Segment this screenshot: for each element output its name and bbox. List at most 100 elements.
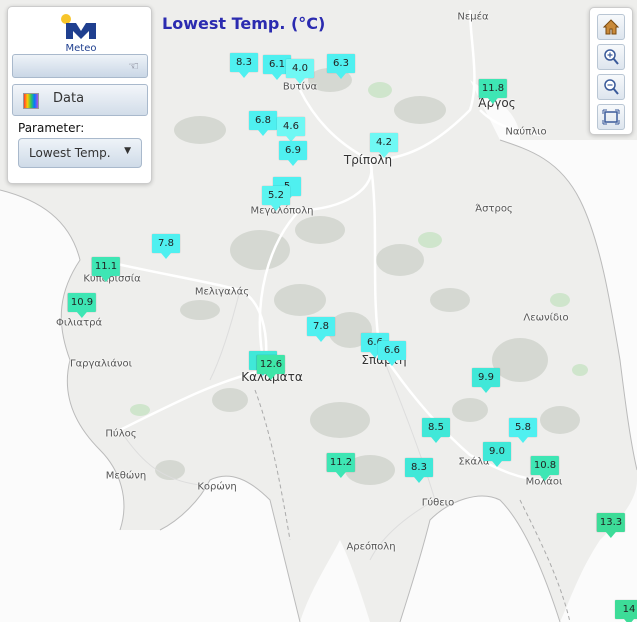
- marker-pointer: [605, 532, 616, 538]
- station-marker[interactable]: 5.8: [509, 418, 537, 443]
- station-marker[interactable]: 11.8: [478, 79, 508, 104]
- station-marker[interactable]: 9.0: [483, 442, 511, 467]
- marker-pointer: [161, 253, 171, 259]
- station-value: 10.8: [530, 456, 560, 475]
- station-value: 8.3: [405, 458, 433, 477]
- home-button[interactable]: [597, 14, 625, 40]
- marker-pointer: [295, 78, 305, 84]
- station-value: 5.8: [509, 418, 537, 437]
- station-marker[interactable]: 7.8: [307, 317, 335, 342]
- place-label: Κορώνη: [197, 481, 237, 493]
- marker-pointer: [335, 472, 346, 478]
- station-marker[interactable]: 10.8: [530, 456, 560, 481]
- station-marker[interactable]: 8.3: [405, 458, 433, 483]
- station-marker[interactable]: 10.9: [67, 293, 97, 318]
- marker-pointer: [316, 336, 326, 342]
- marker-pointer: [272, 74, 282, 80]
- station-value: 8.3: [230, 53, 258, 72]
- marker-pointer: [76, 312, 87, 318]
- control-panel: Meteo ☜ Data Parameter: Lowest Temp. ▼: [7, 6, 152, 184]
- marker-pointer: [518, 437, 528, 443]
- chevron-down-icon: ▼: [124, 146, 131, 156]
- station-marker[interactable]: 8.3: [230, 53, 258, 78]
- place-label: Λεωνίδιο: [523, 312, 569, 324]
- place-label: Ναύπλιο: [505, 126, 547, 138]
- marker-pointer: [239, 72, 249, 78]
- place-label: Αρεόπολη: [346, 541, 396, 553]
- station-marker[interactable]: 6.6: [378, 341, 406, 366]
- station-value: 11.1: [91, 257, 121, 276]
- marker-pointer: [100, 276, 111, 282]
- marker-pointer: [481, 387, 491, 393]
- station-marker[interactable]: 4.2: [370, 133, 398, 158]
- extent-icon: [602, 109, 620, 125]
- place-label: Πύλος: [105, 428, 137, 440]
- station-value: 9.0: [483, 442, 511, 461]
- station-marker[interactable]: 4.0: [286, 59, 314, 84]
- place-label: Μεθώνη: [105, 470, 147, 482]
- marker-pointer: [387, 360, 397, 366]
- station-value: 4.0: [286, 59, 314, 78]
- station-value: 11.8: [478, 79, 508, 98]
- marker-pointer: [539, 475, 550, 481]
- marker-pointer: [379, 152, 389, 158]
- data-button[interactable]: Data: [12, 84, 148, 116]
- station-marker[interactable]: 13.3: [596, 513, 626, 538]
- station-marker[interactable]: 9.9: [472, 368, 500, 393]
- marker-pointer: [271, 205, 281, 211]
- station-marker[interactable]: 5.2: [262, 186, 290, 211]
- marker-pointer: [487, 98, 498, 104]
- station-marker[interactable]: 6.3: [327, 54, 355, 79]
- station-marker[interactable]: 14: [615, 600, 637, 622]
- station-marker[interactable]: 8.5: [422, 418, 450, 443]
- station-value: 6.8: [249, 111, 277, 130]
- meteo-logo: Meteo: [58, 13, 104, 54]
- marker-pointer: [258, 130, 268, 136]
- place-label: Άστρος: [475, 203, 513, 215]
- zoom-out-button[interactable]: [597, 74, 625, 100]
- place-label: Γύθειο: [421, 497, 455, 509]
- station-value: 7.8: [307, 317, 335, 336]
- zoom-in-button[interactable]: [597, 44, 625, 70]
- station-marker[interactable]: 4.6: [277, 117, 305, 142]
- parameter-select[interactable]: Lowest Temp. ▼: [18, 138, 142, 168]
- marker-pointer: [414, 477, 424, 483]
- place-label: Νεμέα: [457, 11, 489, 23]
- parameter-select-value: Lowest Temp.: [29, 146, 111, 160]
- station-marker[interactable]: 11.2: [326, 453, 356, 478]
- home-icon: [602, 19, 620, 35]
- place-label: Γαργαλιάνοι: [69, 358, 133, 370]
- panel-toggle-slider[interactable]: ☜: [12, 54, 148, 78]
- logo-text: Meteo: [65, 43, 97, 54]
- station-value: 4.2: [370, 133, 398, 152]
- station-value: 9.9: [472, 368, 500, 387]
- station-value: 13.3: [596, 513, 626, 532]
- station-marker[interactable]: 11.1: [91, 257, 121, 282]
- station-value: 11.2: [326, 453, 356, 472]
- station-value: 12.6: [256, 355, 286, 374]
- parameter-label: Parameter:: [18, 121, 85, 135]
- station-marker[interactable]: 12.6: [256, 355, 286, 380]
- zoom-out-icon: [604, 79, 619, 95]
- map-toolbar: [589, 7, 633, 135]
- color-palette-icon: [23, 93, 39, 109]
- marker-pointer: [431, 437, 441, 443]
- station-marker[interactable]: 7.8: [152, 234, 180, 259]
- station-value: 14: [615, 600, 637, 619]
- marker-pointer: [288, 160, 298, 166]
- station-value: 7.8: [152, 234, 180, 253]
- marker-pointer: [265, 374, 276, 380]
- marker-pointer: [336, 73, 346, 79]
- map-title: Lowest Temp. (°C): [162, 14, 326, 33]
- full-extent-button[interactable]: [597, 104, 625, 130]
- zoom-in-icon: [604, 49, 619, 65]
- place-label: Φιλιατρά: [55, 317, 103, 329]
- station-marker[interactable]: 6.9: [279, 141, 307, 166]
- station-value: 10.9: [67, 293, 97, 312]
- pointer-hand-icon: ☜: [128, 59, 139, 73]
- data-button-label: Data: [53, 91, 85, 106]
- station-marker[interactable]: 6.8: [249, 111, 277, 136]
- place-label: Μελιγαλάς: [194, 286, 250, 298]
- station-value: 6.3: [327, 54, 355, 73]
- station-value: 8.5: [422, 418, 450, 437]
